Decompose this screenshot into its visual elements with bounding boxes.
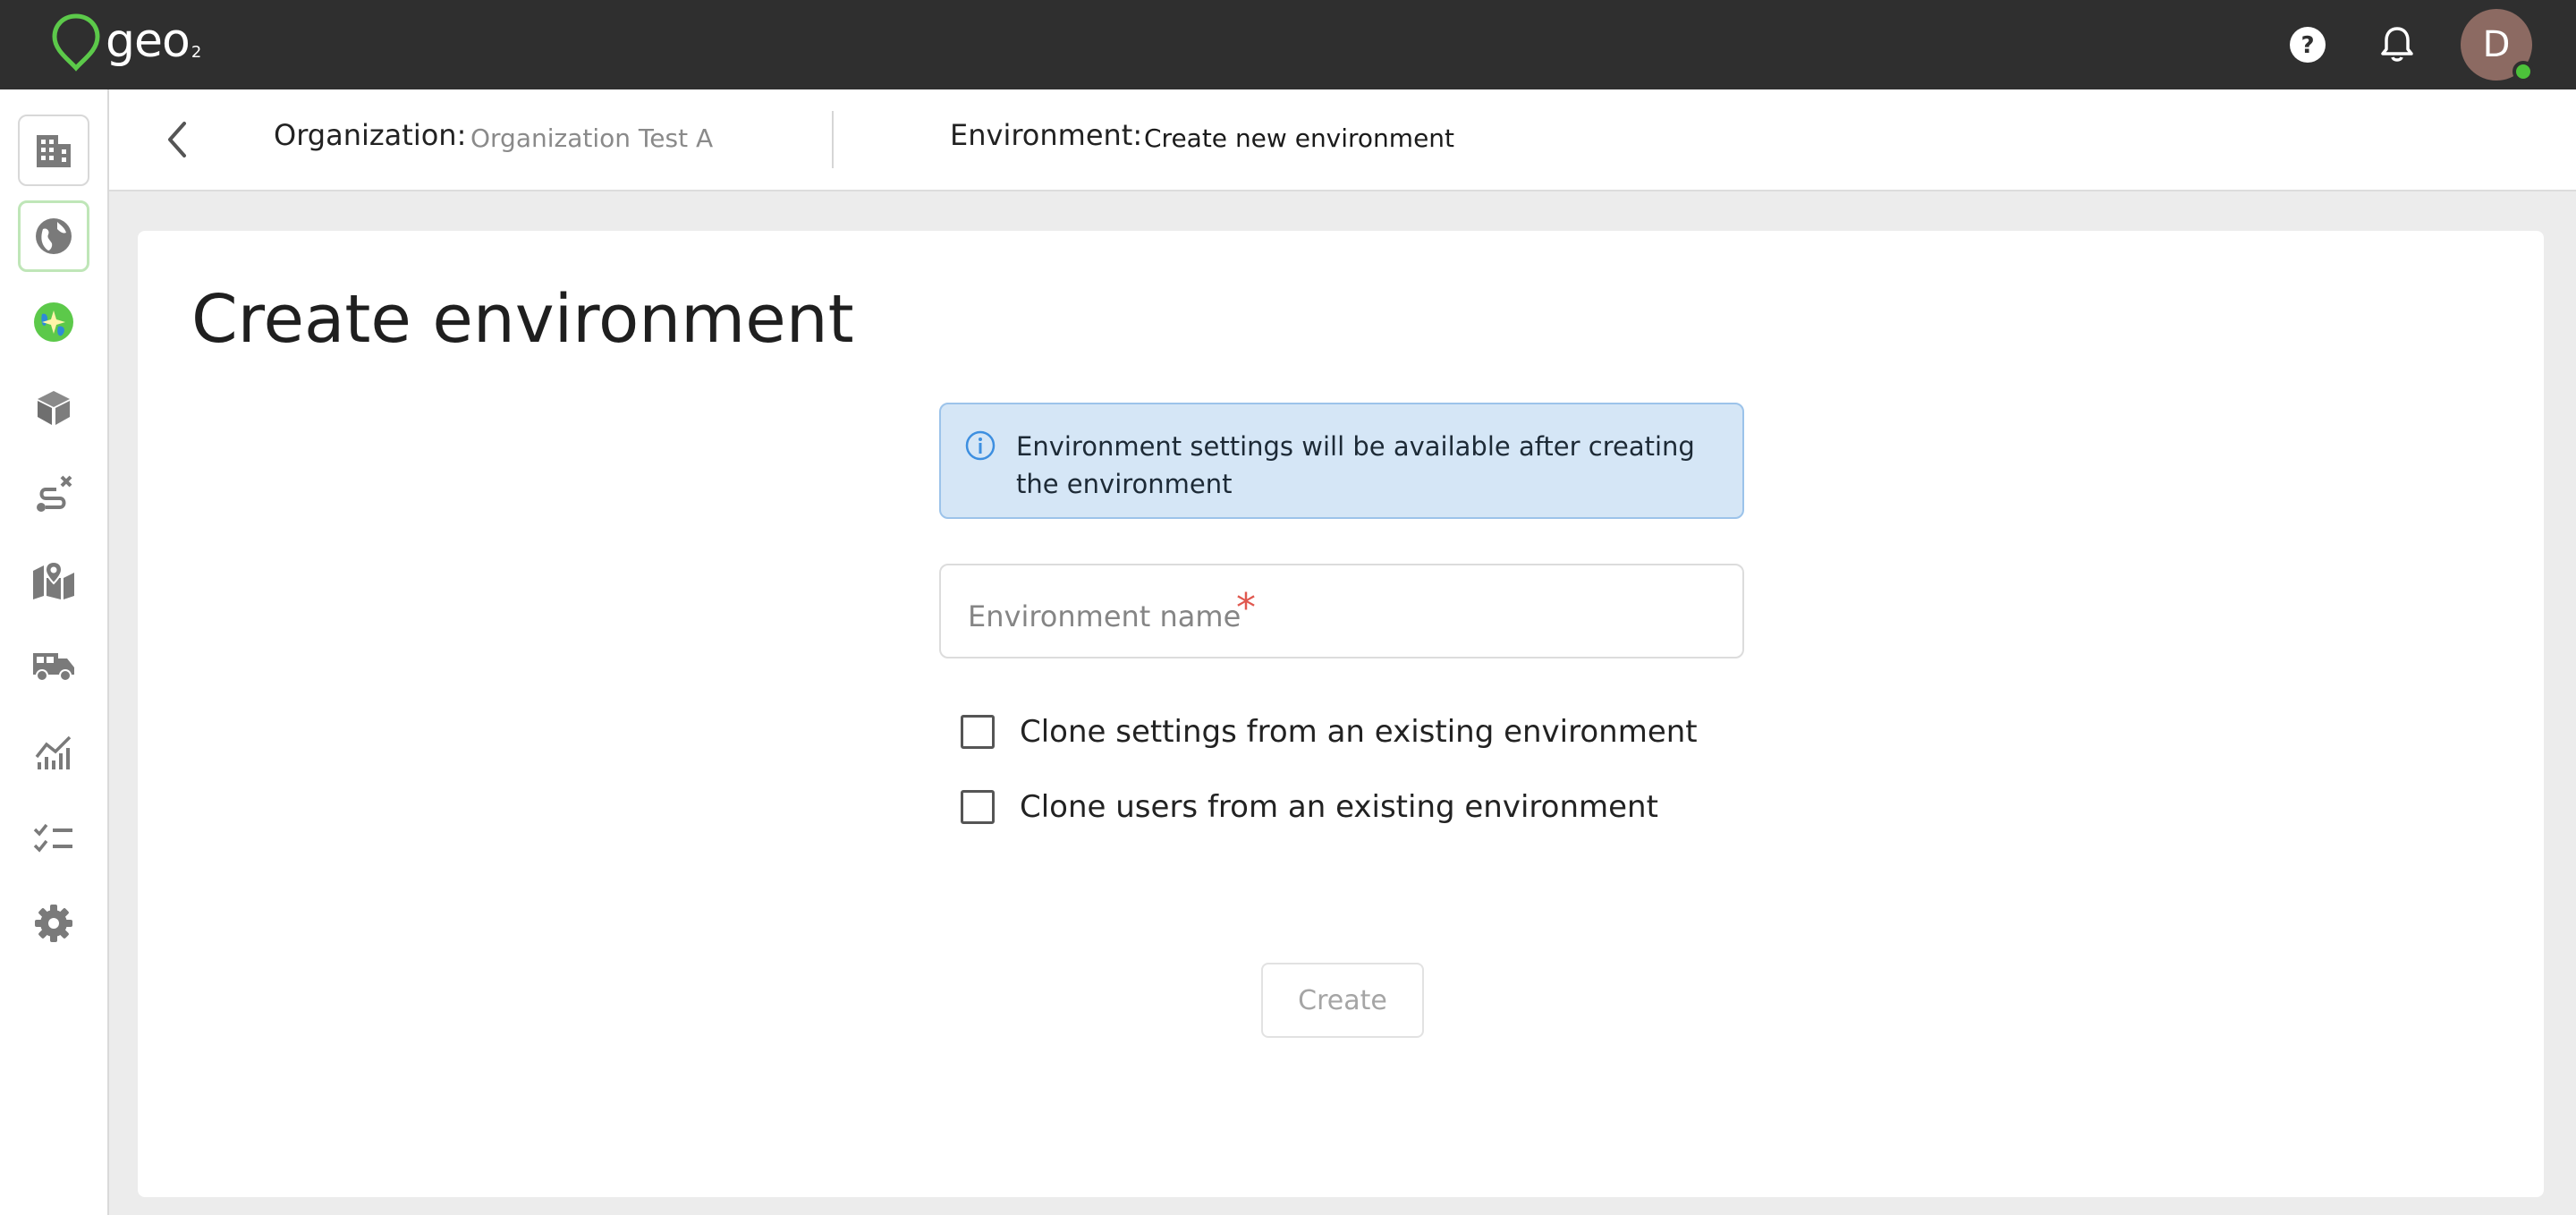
- sidebar-item-organizations[interactable]: [18, 115, 89, 186]
- route-icon: [37, 475, 72, 512]
- sidebar-item-map[interactable]: [18, 544, 89, 616]
- environment-selector[interactable]: Create new environment: [1144, 123, 1454, 153]
- sidebar: [0, 89, 109, 1215]
- location-pin-logo-icon: [52, 13, 100, 72]
- sidebar-item-vehicles[interactable]: [18, 630, 89, 701]
- online-status-dot: [2512, 61, 2534, 82]
- clone-settings-option[interactable]: Clone settings from an existing environm…: [961, 714, 1698, 750]
- breadcrumb: Organization: Organization Test A Enviro…: [109, 89, 2576, 191]
- clone-settings-checkbox[interactable]: [961, 715, 995, 749]
- globe-icon: [36, 218, 72, 254]
- create-button[interactable]: Create: [1261, 963, 1424, 1038]
- sidebar-item-explore[interactable]: [18, 286, 89, 358]
- clone-settings-label[interactable]: Clone settings from an existing environm…: [1020, 714, 1698, 750]
- building-icon: [37, 135, 71, 167]
- app-logo[interactable]: geo 2: [50, 13, 201, 75]
- map-pin-icon: [33, 560, 74, 599]
- required-indicator: *: [1236, 585, 1256, 631]
- page-title: Create environment: [191, 281, 854, 358]
- sidebar-item-environments[interactable]: [18, 200, 89, 272]
- breadcrumb-divider: [832, 111, 834, 168]
- analytics-icon: [35, 735, 72, 769]
- sidebar-item-tasks[interactable]: [18, 802, 89, 873]
- sidebar-item-settings[interactable]: [18, 888, 89, 959]
- create-environment-card: Create environment Environment settings …: [138, 231, 2544, 1197]
- sidebar-item-packages[interactable]: [18, 372, 89, 444]
- sparkle-globe-icon: [34, 302, 73, 342]
- environment-label: Environment:: [950, 118, 1143, 152]
- chevron-left-icon: [168, 122, 186, 157]
- organization-selector[interactable]: Organization Test A: [470, 123, 713, 153]
- info-icon: [965, 430, 996, 461]
- environment-name-field[interactable]: Environment name *: [939, 564, 1744, 658]
- avatar-initial: D: [2482, 24, 2511, 65]
- bell-icon[interactable]: [2374, 21, 2420, 68]
- gear-icon: [35, 905, 72, 942]
- organization-label: Organization:: [274, 118, 467, 152]
- clone-users-checkbox[interactable]: [961, 790, 995, 824]
- info-text: Environment settings will be available a…: [1016, 431, 1695, 499]
- logo-subscript: 2: [191, 43, 202, 62]
- environment-name-input[interactable]: [968, 565, 1701, 657]
- help-icon[interactable]: ?: [2284, 21, 2331, 68]
- info-banner: Environment settings will be available a…: [939, 403, 1744, 519]
- checklist-icon: [33, 823, 72, 853]
- sidebar-item-routes[interactable]: [18, 458, 89, 530]
- package-icon: [38, 391, 70, 425]
- svg-text:?: ?: [2301, 32, 2314, 59]
- sidebar-item-analytics[interactable]: [18, 716, 89, 787]
- logo-text: geo: [106, 14, 191, 68]
- top-bar: geo 2 ? D: [0, 0, 2576, 89]
- back-button[interactable]: [152, 115, 202, 165]
- clone-users-label[interactable]: Clone users from an existing environment: [1020, 789, 1658, 825]
- truck-icon: [33, 653, 74, 682]
- clone-users-option[interactable]: Clone users from an existing environment: [961, 789, 1658, 825]
